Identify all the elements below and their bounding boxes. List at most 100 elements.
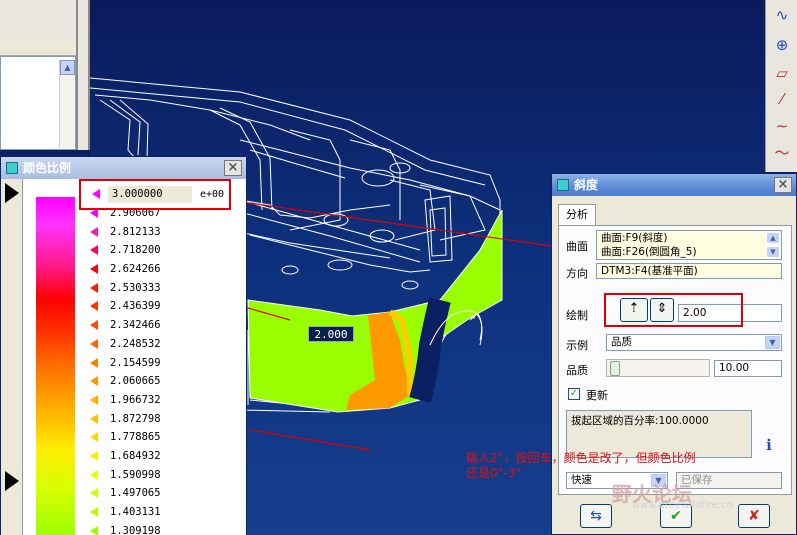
scale-value: 2.436399	[110, 300, 161, 313]
scale-marker-icon[interactable]	[90, 394, 98, 405]
scroll-down-icon[interactable]: ▼	[766, 246, 780, 258]
scale-marker-icon[interactable]	[90, 357, 98, 368]
scale-value: 2.060665	[110, 375, 161, 388]
quality-slider-thumb[interactable]	[610, 361, 620, 376]
scale-row: 1.497065	[86, 484, 246, 503]
spline-tool-icon[interactable]: ⊕	[770, 34, 794, 56]
scale-row: 2.342466	[86, 316, 246, 335]
surface-item[interactable]: 曲面:F26(倒圆角_5)	[601, 245, 781, 259]
scale-marker-icon[interactable]	[90, 282, 98, 293]
surface-label: 曲面	[566, 240, 588, 253]
scale-marker-icon[interactable]	[90, 320, 98, 331]
scale-row: 1.872798	[86, 410, 246, 429]
scale-value: 2.342466	[110, 319, 161, 332]
scale-row: 1.778865	[86, 428, 246, 447]
model-tree-header	[0, 40, 76, 56]
plane-tool-icon[interactable]: ▱	[770, 62, 794, 84]
example-label: 示例	[566, 339, 588, 352]
scale-row: 2.812133	[86, 223, 246, 242]
sketch-toolbar: ∿ ⊕ ▱ ⁄ ∼ 〜	[765, 0, 797, 172]
scale-value: 2.154599	[110, 356, 161, 369]
scale-marker-icon[interactable]	[90, 338, 98, 349]
slope-titlebar[interactable]: 斜度 ×	[552, 174, 796, 196]
scroll-up-button[interactable]: ▲	[60, 60, 75, 75]
window-icon	[557, 179, 569, 191]
splitter[interactable]	[76, 0, 78, 150]
annotation-line1: 输入2°，按回车，颜色是改了，但颜色比例	[466, 451, 696, 465]
scale-values-list: 2.906067 2.812133 2.718200 2.624266 2.530333…	[86, 204, 246, 535]
color-scale-titlebar[interactable]: 颜色比例 ×	[1, 157, 246, 179]
model-tree-scrollbar[interactable]: ▲	[59, 60, 75, 148]
scale-value: 1.497065	[110, 487, 161, 500]
scale-value: 2.624266	[110, 263, 161, 276]
tab-bar: 分析	[558, 204, 790, 226]
scale-row: 2.436399	[86, 297, 246, 316]
scale-marker-icon[interactable]	[90, 226, 98, 237]
scale-row: 2.530333	[86, 279, 246, 298]
scale-marker-icon[interactable]	[90, 376, 98, 387]
scale-marker-icon[interactable]	[90, 432, 98, 443]
scale-value: 2.812133	[110, 225, 161, 238]
lower-limit-marker-icon[interactable]	[5, 471, 19, 491]
close-icon[interactable]: ×	[224, 160, 242, 176]
direction-field[interactable]: DTM3:F4(基准平面)	[596, 263, 782, 279]
scale-row: 1.590998	[86, 466, 246, 485]
scale-row: 1.309198	[86, 522, 246, 535]
scale-marker-icon[interactable]	[90, 413, 98, 424]
dimension-label[interactable]: 2.000	[308, 326, 354, 342]
scale-marker-icon[interactable]	[90, 488, 98, 499]
quality-label: 品质	[566, 364, 588, 377]
scroll-up-icon[interactable]: ▲	[766, 232, 780, 244]
surface-item[interactable]: 曲面:F9(斜度)	[601, 231, 781, 245]
chevron-down-icon[interactable]: ▼	[765, 336, 780, 349]
scale-marker-strip	[1, 179, 23, 535]
scale-marker-icon[interactable]	[90, 507, 98, 517]
scale-row: 2.248532	[86, 335, 246, 354]
scale-row: 2.154599	[86, 354, 246, 373]
scale-value: 1.590998	[110, 468, 161, 481]
scale-marker-icon[interactable]	[90, 301, 98, 312]
model-tree-panel: ▲	[0, 0, 90, 150]
draw-label: 绘制	[566, 309, 588, 322]
scale-marker-icon[interactable]	[90, 264, 98, 275]
info-icon[interactable]: ℹ	[762, 436, 776, 454]
scale-row: 2.624266	[86, 260, 246, 279]
upper-limit-marker-icon[interactable]	[5, 183, 19, 203]
surface-list[interactable]: 曲面:F9(斜度) 曲面:F26(倒圆角_5) ▲ ▼	[596, 230, 782, 260]
tab-analysis[interactable]: 分析	[558, 204, 596, 226]
cancel-button[interactable]: ✘	[738, 504, 770, 528]
watermark-url: www.proewildfire.cn	[632, 500, 733, 511]
axis-tool-icon[interactable]: ⁄	[770, 88, 794, 110]
example-select-value: 品质	[611, 336, 632, 348]
scale-value: 2.718200	[110, 244, 161, 257]
scale-value: 1.778865	[110, 431, 161, 444]
scale-marker-icon[interactable]	[90, 469, 98, 480]
scale-row: 1.966732	[86, 391, 246, 410]
wave-curve-icon[interactable]: ∼	[770, 115, 794, 137]
scale-marker-icon[interactable]	[90, 525, 98, 535]
highlight-box-draw	[604, 293, 743, 327]
scale-value: 1.966732	[110, 393, 161, 406]
color-scale-title: 颜色比例	[23, 161, 72, 175]
scale-value: 1.309198	[110, 524, 161, 535]
scale-value: 1.684932	[110, 449, 161, 462]
example-select[interactable]: 品质 ▼	[606, 334, 782, 351]
scale-value: 1.403131	[110, 506, 161, 518]
speed-select-value: 快速	[571, 474, 592, 486]
slope-title: 斜度	[574, 178, 599, 192]
quality-slider[interactable]	[606, 359, 710, 377]
result-text: 拔起区域的百分率:100.0000	[571, 415, 709, 427]
window-icon	[6, 162, 18, 174]
scale-marker-icon[interactable]	[90, 245, 98, 256]
scale-value: 2.248532	[110, 337, 161, 350]
update-checkbox[interactable]: ✓	[568, 388, 580, 400]
scale-marker-icon[interactable]	[90, 450, 98, 461]
scale-row: 1.403131	[86, 503, 246, 522]
quality-input[interactable]: 10.00	[714, 360, 782, 377]
scale-value: 1.872798	[110, 412, 161, 425]
curve-sketch-icon[interactable]: 〜	[770, 142, 794, 164]
refresh-button[interactable]: ⇆	[580, 504, 612, 528]
curve-tool-icon[interactable]: ∿	[770, 4, 794, 26]
update-label: 更新	[586, 389, 608, 402]
close-icon[interactable]: ×	[774, 177, 792, 193]
